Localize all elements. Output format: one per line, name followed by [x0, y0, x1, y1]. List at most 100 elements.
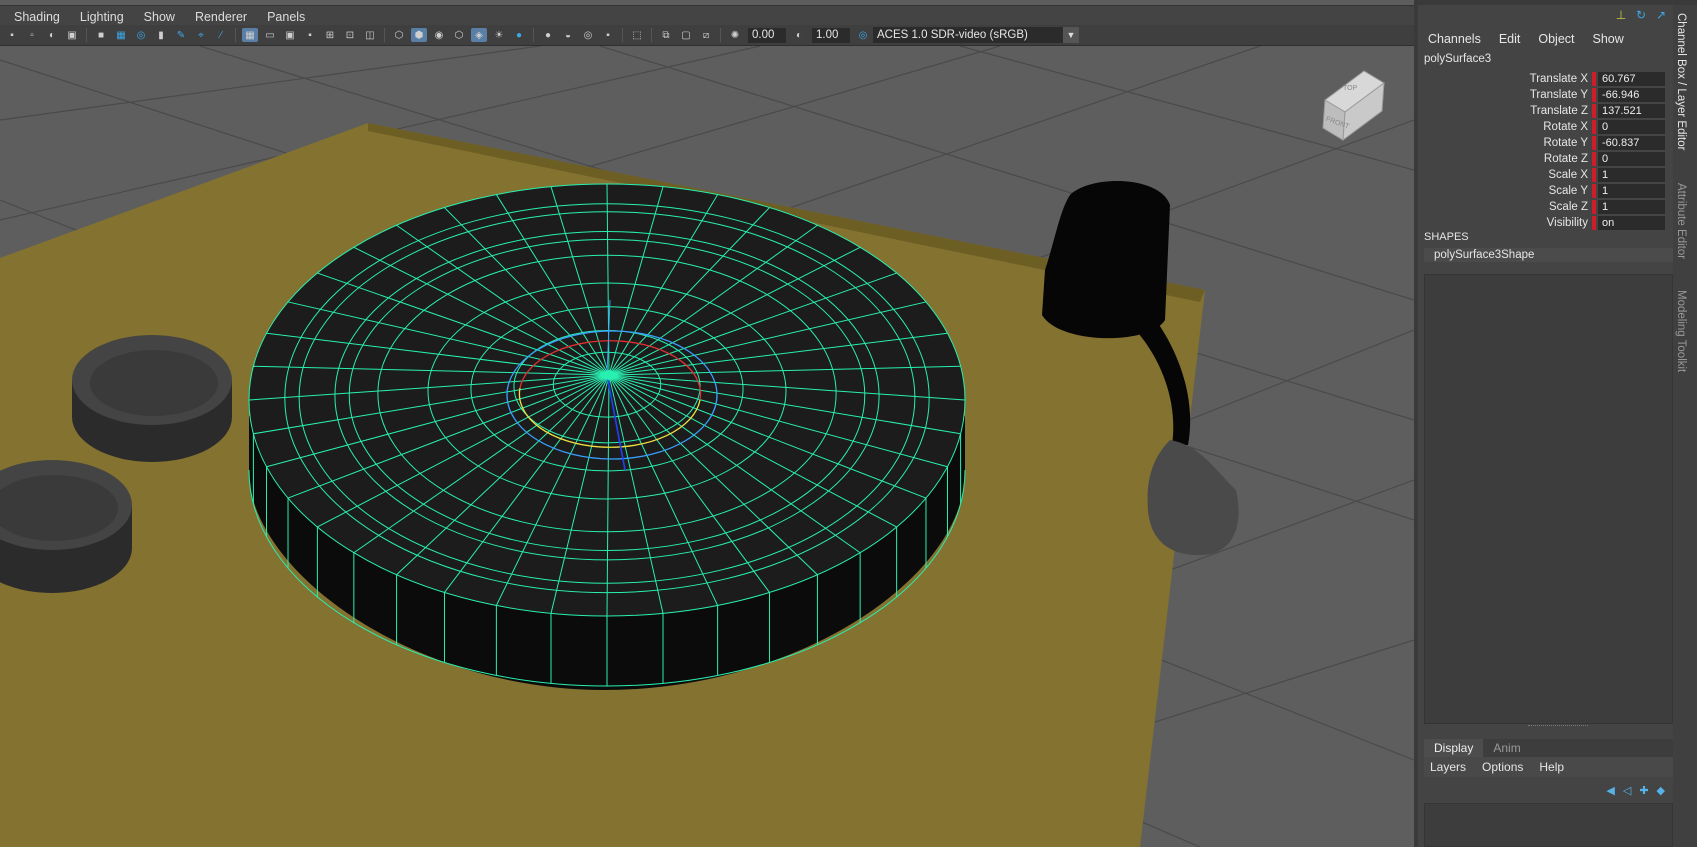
move-layer-up-icon[interactable]: ◀ [1606, 784, 1614, 797]
menu-object[interactable]: Object [1538, 32, 1574, 46]
attribute-value-field[interactable]: on [1598, 215, 1665, 230]
image-plane-icon[interactable]: ▣ [64, 28, 80, 42]
viewport-panel: Shading Lighting Show Renderer Panels ▪ … [0, 0, 1414, 847]
screen-space-ao-icon[interactable]: ● [540, 28, 556, 42]
safe-action-icon[interactable]: ⊡ [342, 28, 358, 42]
tab-channel-box-layer-editor[interactable]: Channel Box / Layer Editor [1675, 13, 1687, 150]
object-name[interactable]: polySurface3 [1424, 53, 1491, 65]
wireframe-on-shaded-icon[interactable]: ⬡ [451, 28, 467, 42]
smooth-shade-icon[interactable]: ⬢ [411, 28, 427, 42]
keyed-indicator [1592, 103, 1596, 118]
viewport-canvas[interactable]: TOP FRONT [0, 46, 1414, 847]
gamma-icon[interactable]: ◐ [791, 28, 807, 42]
attribute-value-field[interactable]: 60.767 [1598, 71, 1665, 86]
field-chart-icon[interactable]: ⊞ [322, 28, 338, 42]
camera-attributes-icon[interactable]: ▫ [24, 28, 40, 42]
menu-shading[interactable]: Shading [14, 10, 60, 24]
bookmark-icon[interactable]: ▮ [153, 28, 169, 42]
edit-icon[interactable]: ↗ [1653, 7, 1669, 23]
safe-title-icon[interactable]: ◫ [362, 28, 378, 42]
xray-active-icon[interactable]: ▢ [678, 28, 694, 42]
attribute-value-field[interactable]: 0 [1598, 119, 1665, 134]
exposure-icon[interactable]: ✺ [727, 28, 743, 42]
gamma-field[interactable]: 1.00 [812, 27, 850, 43]
lights-icon[interactable]: ☀ [491, 28, 507, 42]
camera-icon[interactable]: ■ [93, 28, 109, 42]
refresh-icon[interactable]: ↻ [1633, 7, 1649, 23]
tab-display[interactable]: Display [1424, 739, 1484, 757]
attribute-value-field[interactable]: 1 [1598, 183, 1665, 198]
attribute-label[interactable]: Rotate Z [1418, 153, 1592, 165]
attribute-label[interactable]: Scale Z [1418, 201, 1592, 213]
separator [384, 28, 385, 42]
new-layer-selected-icon[interactable]: ◆ [1657, 784, 1665, 797]
xray-joints-icon[interactable]: ⧉ [658, 28, 674, 42]
attribute-label[interactable]: Scale Y [1418, 185, 1592, 197]
tab-attribute-editor[interactable]: Attribute Editor [1675, 183, 1687, 259]
shadows-icon[interactable]: ● [511, 28, 527, 42]
attribute-label[interactable]: Visibility [1418, 217, 1592, 229]
menu-edit[interactable]: Edit [1499, 32, 1521, 46]
film-gate-icon[interactable]: ▦ [113, 28, 129, 42]
attribute-value-field[interactable]: 0 [1598, 151, 1665, 166]
menu-help[interactable]: Help [1539, 760, 1564, 774]
depth-of-field-icon[interactable]: ▪ [600, 28, 616, 42]
attribute-label[interactable]: Rotate X [1418, 121, 1592, 133]
paint-icon[interactable]: ⁄ [213, 28, 229, 42]
color-management-icon[interactable]: ◎ [855, 28, 871, 42]
layer-editor-menubar: Layers Options Help [1424, 757, 1673, 777]
isolate-select-icon[interactable]: ⬚ [629, 28, 645, 42]
axis-icon[interactable]: ⊥ [1613, 7, 1629, 23]
separator [235, 28, 236, 42]
attribute-row: Scale X 1 [1418, 167, 1673, 182]
resolution-gate-icon[interactable]: ◎ [133, 28, 149, 42]
grease-pencil-icon[interactable]: ✎ [173, 28, 189, 42]
attribute-label[interactable]: Translate Z [1418, 105, 1592, 117]
attribute-value-field[interactable]: -66.946 [1598, 87, 1665, 102]
platter[interactable] [248, 183, 966, 690]
new-layer-icon[interactable]: ✚ [1639, 784, 1648, 797]
attribute-label[interactable]: Rotate Y [1418, 137, 1592, 149]
menu-show[interactable]: Show [144, 10, 175, 24]
menu-lighting[interactable]: Lighting [80, 10, 124, 24]
attribute-row: Rotate X 0 [1418, 119, 1673, 134]
menu-show[interactable]: Show [1593, 32, 1624, 46]
attribute-label[interactable]: Translate X [1418, 73, 1592, 85]
anti-aliasing-icon[interactable]: ◎ [580, 28, 596, 42]
default-material-icon[interactable]: ◉ [431, 28, 447, 42]
shape-item[interactable]: polySurface3Shape [1424, 248, 1673, 262]
menu-options[interactable]: Options [1482, 760, 1523, 774]
motion-blur-icon[interactable]: ◒ [560, 28, 576, 42]
film-gate-toggle-icon[interactable]: ▭ [262, 28, 278, 42]
wireframe-icon[interactable]: ⬡ [391, 28, 407, 42]
exposure-field[interactable]: 0.00 [748, 27, 786, 43]
menu-renderer[interactable]: Renderer [195, 10, 247, 24]
channel-box-panel: ⊥ ↻ ↗ Channels Edit Object Show polySurf… [1414, 5, 1697, 847]
attribute-label[interactable]: Scale X [1418, 169, 1592, 181]
tab-anim[interactable]: Anim [1483, 739, 1530, 757]
channel-box-empty-area [1424, 274, 1673, 724]
grid-icon[interactable]: ▦ [242, 28, 258, 42]
attribute-value-field[interactable]: -60.837 [1598, 135, 1665, 150]
resolution-gate-toggle-icon[interactable]: ▣ [282, 28, 298, 42]
attribute-label[interactable]: Translate Y [1418, 89, 1592, 101]
chevron-down-icon[interactable]: ▼ [1063, 27, 1079, 43]
color-space-select[interactable]: ACES 1.0 SDR-video (sRGB) [873, 27, 1063, 43]
panel-splitter[interactable] [1528, 725, 1588, 728]
select-camera-icon[interactable]: ▪ [4, 28, 20, 42]
menu-panels[interactable]: Panels [267, 10, 305, 24]
two-sided-lighting-icon[interactable]: ⧄ [698, 28, 714, 42]
attribute-value-field[interactable]: 1 [1598, 199, 1665, 214]
panel-icons: ⊥ ↻ ↗ [1613, 7, 1669, 23]
tab-modeling-toolkit[interactable]: Modeling Toolkit [1675, 290, 1687, 372]
xray-icon[interactable]: ◈ [471, 28, 487, 42]
bookmarks-icon[interactable]: ◐ [44, 28, 60, 42]
attribute-value-field[interactable]: 137.521 [1598, 103, 1665, 118]
gate-mask-icon[interactable]: ▪ [302, 28, 318, 42]
attribute-row: Rotate Z 0 [1418, 151, 1673, 166]
attribute-value-field[interactable]: 1 [1598, 167, 1665, 182]
snap-icon[interactable]: ⌖ [193, 28, 209, 42]
menu-layers[interactable]: Layers [1430, 760, 1466, 774]
menu-channels[interactable]: Channels [1428, 32, 1481, 46]
move-layer-down-icon[interactable]: ◁ [1623, 784, 1631, 797]
